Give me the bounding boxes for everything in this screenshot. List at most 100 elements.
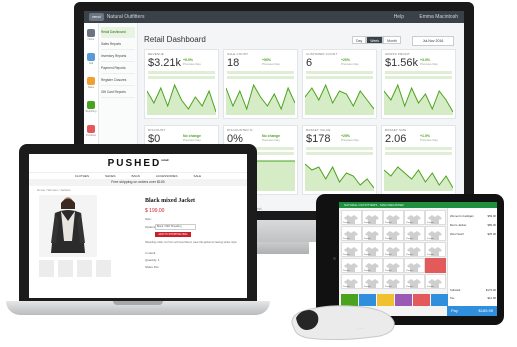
metric-card[interactable]: CUSTOMER COUNT 6 +20% Previous Day [302,49,377,119]
sale-line[interactable]: Women's Cardigan $59.00 [450,214,496,218]
options-select[interactable]: Black / With Shearling [155,224,196,230]
metric-compare: Previous Day [341,138,359,142]
product-tile[interactable]: Product [425,242,446,257]
sale-line[interactable]: Wool Scarf $25.00 [450,232,496,236]
brand-badge[interactable]: vend [89,13,104,21]
product-tile[interactable]: Product [383,274,404,289]
product-tile[interactable]: Product [383,258,404,273]
menu-item-sales-reports[interactable]: Sales Reports [101,39,135,50]
product-tile[interactable]: Product [362,226,383,241]
metric-bar [227,76,294,79]
tile-label: Product [385,286,392,288]
product-tile[interactable]: Product [404,258,425,273]
product-tile[interactable]: Product [341,274,362,289]
product-thumbnail[interactable] [96,260,111,277]
metric-compare: Previous Day [183,62,201,66]
store-logo-suffix: retail [161,158,169,162]
category-button[interactable] [395,294,412,306]
metric-bar [385,152,452,155]
share-row[interactable]: Share this: [145,265,159,269]
metric-compare: Previous Day [341,62,359,66]
product-tile[interactable]: Product [362,258,383,273]
product-tile[interactable]: Product [383,226,404,241]
tile-label: Product [406,238,413,240]
tile-label: Product [427,254,434,256]
product-thumbnail[interactable] [39,260,54,277]
metric-card[interactable]: BASKET SIZE 2.06 +1.0% Previous Day [381,125,456,195]
product-tile[interactable]: Product [425,226,446,241]
tile-label: Product [385,270,392,272]
product-thumbnail[interactable] [77,260,92,277]
tile-label: Product [427,238,434,240]
metric-bar [385,76,452,79]
tablet-camera [333,257,336,260]
menu-item-payment-reports[interactable]: Payment Reports [101,63,135,74]
sparkline-area [305,85,374,115]
metric-card[interactable]: SALE COUNT 18 +50% Previous Day [223,49,298,119]
product-tile[interactable]: Product [362,210,383,225]
metric-card[interactable]: GROSS PROFIT $1.56k +3.0% Previous Day [381,49,456,119]
product-tile[interactable]: Product [341,258,362,273]
sale-line[interactable]: Men's Jacket $89.00 [450,223,496,227]
stock-status: In stock [145,251,156,255]
menu-item-retail-dashboard[interactable]: Retail Dashboard [101,27,135,38]
quantity-field[interactable]: Quantity: 1 [145,258,160,262]
product-thumbnail[interactable] [58,260,73,277]
product-description: Shearling collar, cut from soft wool ble… [145,241,238,244]
store-name[interactable]: Natural Outfitters [107,14,145,20]
add-to-bag-button[interactable]: ADD TO SHOPPING BAG [155,232,191,237]
period-month[interactable]: Month [383,36,401,44]
product-tile[interactable]: Product [404,274,425,289]
product-grid: Product Product Product Product Product Produ… [341,210,446,292]
metric-label: DISCOUNT [148,128,166,132]
product-main-image[interactable] [39,195,97,257]
sell-icon[interactable] [87,53,95,61]
breadcrumb[interactable]: Home / Women / Jackets [37,188,70,192]
laptop-notch [113,301,163,305]
product-tile[interactable]: Product [341,242,362,257]
tile-label: Product [364,254,371,256]
metric-sparkline [226,83,295,115]
metric-card[interactable]: BASKET VALUE $178 +25% Previous Day [302,125,377,195]
date-range-picker[interactable]: Jul-Nov 2016 [412,36,454,46]
product-tile[interactable]: Product [362,274,383,289]
home-icon[interactable] [87,29,95,37]
sidebar-label: Products [86,134,96,137]
sale-panel: Women's Cardigan $59.00 Men's Jacket $89.0… [447,208,497,316]
help-link[interactable]: Help [394,14,404,20]
subtotal-row: Subtotal $173.00 [450,288,496,292]
tile-label: Product [385,222,392,224]
product-tile[interactable]: Product [362,242,383,257]
sales-icon[interactable] [87,77,95,85]
product-tile[interactable]: Product [425,210,446,225]
category-button[interactable] [413,294,430,306]
user-menu[interactable]: Emma Macintosh [419,14,458,20]
reporting-icon[interactable] [87,101,95,109]
products-icon[interactable] [87,125,95,133]
product-name: Black mixed Jacket [145,198,195,204]
product-tile[interactable]: Product [404,226,425,241]
store-logo[interactable]: PUSHEDretail [29,158,247,169]
metric-sparkline [305,163,374,191]
product-tile[interactable]: Product [425,274,446,289]
product-tile[interactable]: Product [341,226,362,241]
period-day[interactable]: Day [352,36,367,44]
period-week[interactable]: Week [366,36,384,44]
product-tile[interactable]: Product [383,210,404,225]
product-tile[interactable]: Product [404,210,425,225]
metric-value: $3.21k [148,57,182,69]
menu-item-register-closures[interactable]: Register Closures [101,75,135,86]
category-button[interactable] [431,294,448,306]
sidebar-label: Reporting [85,110,97,113]
menu-item-gift-card-reports[interactable]: Gift Card Reports [101,87,135,98]
product-tile[interactable]: Product [383,242,404,257]
pay-button[interactable]: Pay $185.95 [447,306,497,316]
product-tile[interactable] [425,258,446,273]
metric-card[interactable]: REVENUE $3.21k +5.0% Previous Day [144,49,219,119]
menu-item-inventory-reports[interactable]: Inventory Reports [101,51,135,62]
tile-label: Product [406,270,413,272]
product-tile[interactable]: Product [404,242,425,257]
promo-banner: Free shipping on orders over $100 [29,179,247,186]
product-tile[interactable]: Product [341,210,362,225]
metric-label: REVENUE [148,52,164,56]
